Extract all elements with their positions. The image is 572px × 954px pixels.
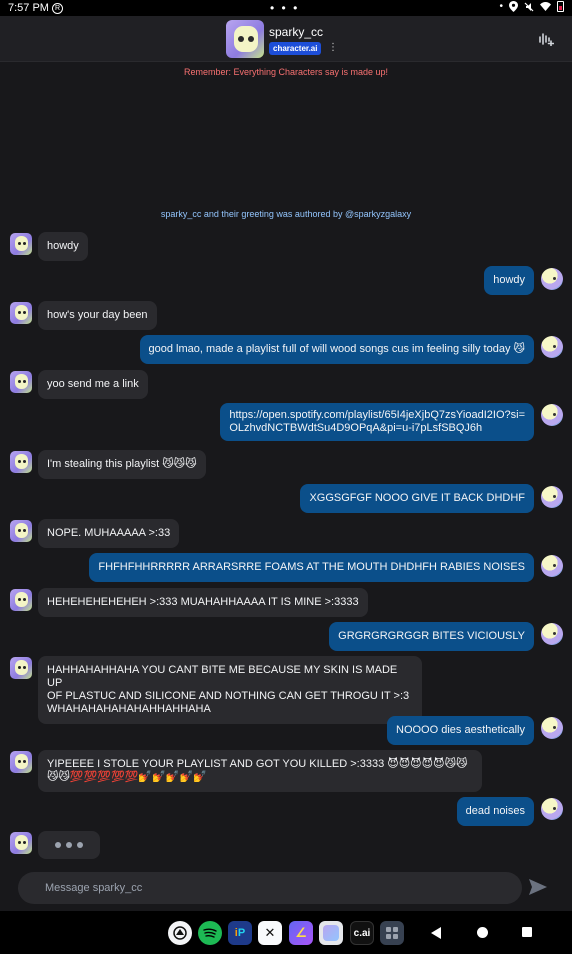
chat-header: sparky_cc character.ai ⋮ — [0, 16, 572, 62]
dot-icon: • — [499, 1, 503, 12]
user-message[interactable]: NOOOO dies aesthetically — [387, 716, 534, 745]
link-line[interactable]: https://open.spotify.com/playlist/65I4je… — [229, 409, 525, 422]
ibis-paint-icon[interactable]: iP — [228, 921, 252, 945]
bot-message[interactable]: howdy — [38, 232, 88, 261]
location-icon — [509, 1, 518, 12]
bot-message[interactable]: HAHHAHAHHAHA YOU CANT BITE ME BECAUSE MY… — [38, 656, 422, 724]
user-avatar[interactable] — [541, 268, 563, 290]
user-avatar[interactable] — [541, 336, 563, 358]
app-drawer-icon[interactable] — [380, 921, 404, 945]
bot-avatar[interactable] — [10, 657, 32, 679]
user-avatar[interactable] — [541, 555, 563, 577]
recents-icon[interactable] — [521, 926, 533, 938]
user-avatar[interactable] — [541, 623, 563, 645]
status-bar: 7:57 PM R • • • • — [0, 0, 572, 16]
link-line[interactable]: OLzhvdNCTBWdtSu4D9OPqA&pi=u-i7pLsfSBQJ6h — [229, 422, 525, 435]
user-message-link[interactable]: https://open.spotify.com/playlist/65I4je… — [220, 403, 534, 441]
bot-message[interactable]: how's your day been — [38, 301, 157, 330]
sketch-app-icon[interactable]: ∠ — [289, 921, 313, 945]
r-badge-icon: R — [51, 2, 63, 14]
user-message[interactable]: XGGSGFGF NOOO GIVE IT BACK DHDHF — [300, 484, 534, 513]
bot-message[interactable]: HEHEHEHEHEHEH >:333 MUAHAHHAAAA IT IS MI… — [38, 588, 368, 617]
battery-icon — [557, 1, 564, 12]
character-name[interactable]: sparky_cc — [269, 25, 323, 39]
user-message[interactable]: howdy — [484, 266, 534, 295]
typing-indicator — [38, 831, 100, 859]
bot-message[interactable]: YIPEEEE I STOLE YOUR PLAYLIST AND GOT YO… — [38, 750, 482, 792]
character-avatar[interactable] — [226, 20, 264, 58]
user-message[interactable]: dead noises — [456, 797, 534, 826]
message-input[interactable]: Message sparky_cc — [18, 872, 522, 904]
wifi-icon — [540, 2, 551, 11]
character-ai-badge: character.ai — [269, 42, 322, 55]
bot-avatar[interactable] — [10, 589, 32, 611]
bot-avatar[interactable] — [10, 832, 32, 854]
system-icons: • — [499, 1, 564, 12]
send-icon[interactable] — [528, 878, 548, 896]
bot-avatar[interactable] — [10, 233, 32, 255]
user-avatar[interactable] — [541, 486, 563, 508]
capcut-icon[interactable]: ✕ — [258, 921, 282, 945]
voice-settings-icon[interactable] — [538, 32, 554, 46]
spotify-icon[interactable] — [198, 921, 222, 945]
more-notifications-icon: • • • — [270, 1, 300, 15]
bot-avatar[interactable] — [10, 520, 32, 542]
character-app-icon[interactable] — [319, 921, 343, 945]
user-avatar[interactable] — [541, 717, 563, 739]
status-time: 7:57 PM R — [8, 2, 63, 14]
mutant-app-icon[interactable] — [168, 921, 192, 945]
android-nav-bar: iP ✕ ∠ c.ai — [0, 911, 572, 954]
cai-app-icon[interactable]: c.ai — [350, 921, 374, 945]
home-icon[interactable] — [476, 926, 489, 939]
authored-note: sparky_cc and their greeting was authore… — [160, 209, 412, 219]
bot-avatar[interactable] — [10, 302, 32, 324]
user-avatar[interactable] — [541, 404, 563, 426]
user-message[interactable]: GRGRGRGRGGR BITES VICIOUSLY — [329, 622, 534, 651]
bot-avatar[interactable] — [10, 371, 32, 393]
back-icon[interactable] — [430, 926, 442, 940]
bot-avatar[interactable] — [10, 751, 32, 773]
bot-message[interactable]: yoo send me a link — [38, 370, 148, 399]
bot-avatar[interactable] — [10, 451, 32, 473]
disclaimer-text: Remember: Everything Characters say is m… — [183, 67, 389, 77]
bot-message[interactable]: NOPE. MUHAAAAA >:33 — [38, 519, 180, 548]
more-options-icon[interactable]: ⋮ — [328, 43, 338, 53]
bot-message[interactable]: I'm stealing this playlist 😼😼😼 — [38, 450, 206, 479]
user-avatar[interactable] — [541, 798, 563, 820]
user-message[interactable]: good lmao, made a playlist full of will … — [139, 335, 534, 364]
user-message[interactable]: FHFHFHHRRRRR ARRARSRRE FOAMS AT THE MOUT… — [89, 553, 534, 582]
mute-icon — [524, 2, 534, 11]
